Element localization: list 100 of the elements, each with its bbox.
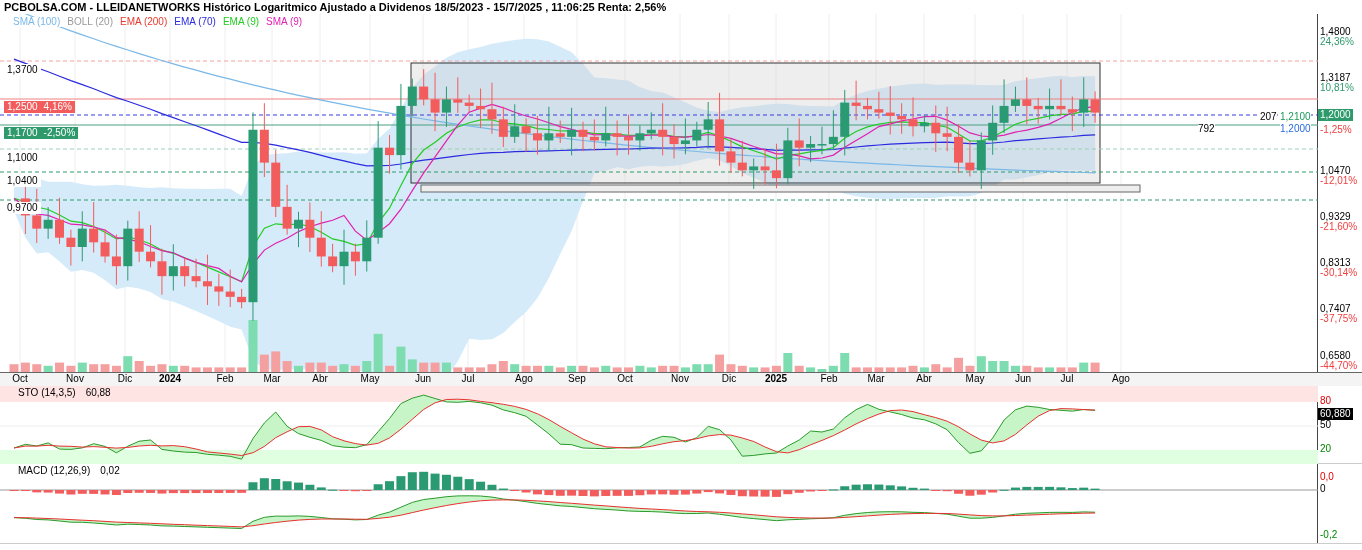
candlestick — [487, 82, 497, 135]
price-label: 0,9700 — [4, 202, 41, 214]
candlestick — [123, 220, 133, 282]
x-axis-label: Oct — [12, 374, 28, 384]
candlestick — [942, 106, 952, 152]
axis-tick-label: 0,8313 -30,14% — [1320, 258, 1358, 278]
candlestick — [624, 114, 633, 156]
candlestick — [680, 117, 690, 155]
x-axis-label: 2024 — [158, 374, 182, 384]
x-axis-label: Nov — [671, 374, 689, 384]
candlestick — [897, 102, 907, 135]
candlestick — [498, 106, 508, 148]
candlestick — [157, 248, 167, 296]
legend-item: EMA (70) — [173, 17, 217, 27]
x-axis-label: Abr — [916, 374, 932, 384]
candlestick — [1056, 78, 1066, 116]
candlestick — [316, 210, 326, 268]
candlestick — [533, 115, 542, 156]
x-axis-label: Dic — [721, 374, 737, 384]
candlestick — [1045, 88, 1055, 120]
candlestick — [510, 103, 520, 144]
axis-tick-label: 1,0470 -12,01% — [1320, 166, 1358, 186]
candlestick — [271, 149, 281, 218]
candlestick — [305, 201, 315, 253]
line-label: 1,2100 — [1280, 112, 1311, 122]
x-axis-label: Jul — [1060, 374, 1074, 384]
x-axis-label: Oct — [617, 374, 633, 384]
line-label: 207 — [1260, 112, 1277, 122]
price-label: 1,1000 — [4, 152, 41, 164]
axis-tick-label: 1,3187 10,81% — [1320, 73, 1354, 93]
x-axis-label: Ago — [515, 374, 533, 384]
candlestick — [168, 243, 178, 291]
x-axis-label: Feb — [820, 374, 838, 384]
indicator-value: 60,88 — [85, 388, 111, 398]
candlestick — [646, 111, 656, 140]
price-badge: 1,2500 4,16% — [4, 101, 75, 113]
candlestick — [931, 104, 941, 153]
x-axis-label: Mar — [263, 374, 281, 384]
indicator-value: 0,02 — [100, 466, 120, 476]
axis-tick-label: 0 — [1320, 484, 1326, 494]
legend-item: EMA (9) — [221, 17, 261, 27]
x-axis-label: May — [965, 374, 985, 384]
x-axis-label: Sep — [568, 374, 586, 384]
price-label: 1,0400 — [4, 175, 41, 187]
candlestick — [134, 210, 144, 263]
legend-item: SMA (100) — [12, 17, 62, 27]
candlestick — [806, 135, 816, 163]
candlestick — [794, 117, 804, 167]
current-change-label: -1,25% — [1320, 125, 1352, 135]
candlestick — [441, 86, 451, 128]
price-label: 1,3700 — [4, 64, 41, 76]
candlestick — [783, 127, 793, 185]
x-axis-label: Dic — [117, 374, 133, 384]
candlestick — [771, 143, 781, 189]
x-axis-label: Mar — [867, 374, 885, 384]
candlestick — [214, 273, 224, 307]
candlestick — [1067, 96, 1077, 132]
axis-tick-label: 20 — [1320, 444, 1332, 454]
axis-tick-label: 80 — [1320, 396, 1332, 406]
x-axis-label: Feb — [216, 374, 234, 384]
x-axis-label: Jun — [414, 374, 432, 384]
candlestick — [225, 269, 235, 308]
candlestick — [760, 148, 770, 186]
value-badge: 60,880 — [1318, 408, 1353, 420]
candlestick — [66, 229, 76, 267]
candlestick — [635, 124, 645, 152]
x-axis-label: Abr — [312, 374, 328, 384]
axis-tick-label: 0,6580 -44,70% — [1320, 351, 1358, 371]
axis-tick-label: 0,0 — [1320, 472, 1334, 482]
candlestick — [55, 197, 64, 245]
line-label: 792 — [1198, 124, 1215, 134]
candlestick — [77, 210, 87, 262]
x-axis-label: Nov — [66, 374, 84, 384]
legend-item: BOLL (20) — [66, 17, 114, 27]
candlestick — [737, 140, 747, 177]
x-axis-label: Ago — [1112, 374, 1130, 384]
candlestick — [282, 184, 292, 236]
axis-tick-label: 0,7407 -37,75% — [1320, 304, 1358, 324]
indicator-label: STO (14,3,5) — [18, 388, 76, 398]
price-badge: 1,1700 -2,50% — [4, 127, 79, 139]
x-axis-label: Jul — [461, 374, 475, 384]
current-price-badge: 1,2000 — [1318, 109, 1353, 121]
candlestick — [988, 104, 998, 156]
legend-item: SMA (9) — [265, 17, 304, 27]
x-axis-label: May — [360, 374, 380, 384]
candlestick — [954, 123, 964, 174]
axis-tick-label: 1,4800 24,36% — [1320, 27, 1354, 47]
candlestick — [294, 211, 303, 248]
legend-item: EMA (200) — [119, 17, 169, 27]
candlestick — [146, 224, 156, 268]
candlestick — [863, 97, 872, 120]
axis-tick-label: 0,9329 -21,60% — [1320, 212, 1358, 232]
candlestick — [521, 117, 531, 153]
indicator-label: MACD (12,26,9) — [18, 466, 91, 476]
candlestick — [589, 118, 599, 152]
candlestick — [180, 257, 190, 287]
line-label: 1,2000 — [1280, 124, 1311, 134]
candlestick — [612, 120, 622, 156]
axis-tick-label: -0,2 — [1320, 530, 1338, 540]
candlestick — [601, 106, 611, 147]
